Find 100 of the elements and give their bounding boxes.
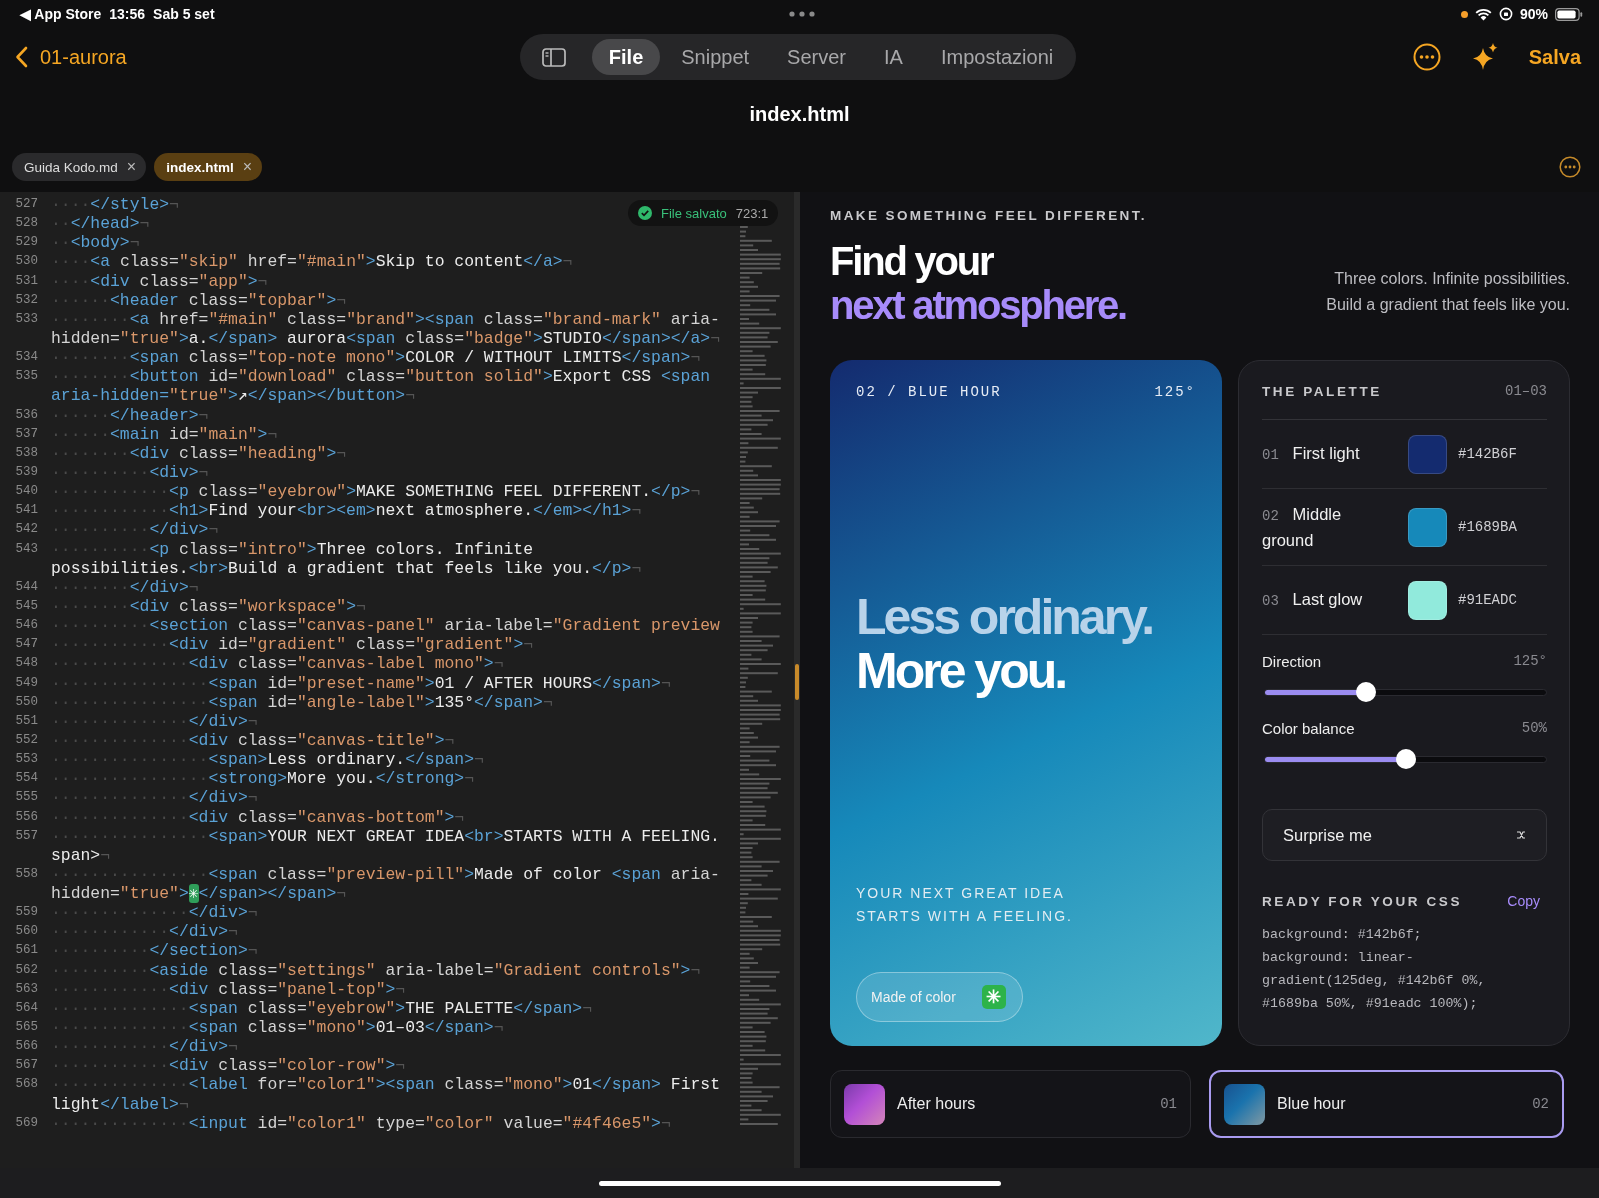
segment-tab[interactable]: Impostazioni [923,39,1071,75]
file-tab[interactable]: index.html × [154,153,262,181]
slider-label: Color balance [1262,720,1355,737]
tagline-text: STARTS WITH A FEELING. [856,907,1074,926]
line-number: 528 [14,215,39,233]
preset-card[interactable]: After hours 01 [830,1070,1191,1138]
line-number: 530 [14,253,39,271]
palette-range: 01–03 [1505,383,1547,399]
line-number: 538 [14,444,39,462]
hex-value: #1689BA [1458,519,1517,535]
line-number: 543 [14,540,39,558]
more-icon[interactable] [1412,43,1441,71]
code-line: ············<p class="eyebrow">MAKE SOMETHING FEEL DIFFERENT.</p>¬ [51,482,701,502]
line-number: 549 [14,674,39,692]
eyebrow-text: MAKE SOMETHING FEEL DIFFERENT. [830,208,1147,223]
tagline-text: YOUR NEXT GREAT IDEA [856,884,1066,903]
preset-card[interactable]: Blue hour 02 [1209,1070,1564,1138]
code-line: ··········</div>¬ [51,520,219,540]
line-number: 568 [14,1076,39,1094]
color-swatch[interactable] [1408,580,1447,620]
color-swatch[interactable] [1408,507,1447,547]
code-line: ····<a class="skip" href="#main">Skip to content</a>¬ [51,252,573,272]
code-line: ··········<div>¬ [51,462,209,483]
code-line: hidden="true">✳</span></span>¬ [51,884,347,904]
line-number: 546 [14,617,39,635]
segment-tab[interactable]: File [591,39,661,75]
file-tab[interactable]: Guida Kodo.md × [12,153,147,181]
code-line: ··············<div class="canvas-bottom">¬ [51,807,465,827]
line-number: 555 [14,789,39,807]
line-number: 552 [14,731,39,749]
multitasking-dots-icon[interactable] [788,11,815,17]
code-line: ················<span id="preset-name">01 / AFTER HOURS</span>¬ [51,673,671,693]
code-line: ··<body>¬ [51,233,140,253]
file-tab-label[interactable]: Guida Kodo.md [24,159,118,175]
line-number: 558 [14,865,39,883]
code-line: ··············<input id="color1" type="color" value="#4f46e5">¬ [51,1113,671,1133]
code-line: ··········</section>¬ [51,941,258,961]
close-tab-button[interactable]: × [126,158,137,176]
wifi-icon [1474,7,1492,21]
close-tab-button[interactable]: × [242,158,252,176]
code-line: ········<div class="heading">¬ [51,443,347,463]
canvas-title-strong: More you. [856,644,1066,698]
code-line: ········<span class="top-note mono">COLOR / WITHOUT LIMITS</span>¬ [51,348,701,368]
color-label: 01 First light [1262,443,1361,465]
segment-tab[interactable]: Server [770,39,863,75]
segment-tab[interactable]: Snippet [664,39,767,75]
file-title: index.html [749,102,850,126]
line-number: 567 [14,1057,39,1075]
line-number: 529 [14,234,39,252]
code-line: hidden="true">a.</span> aurora<span class="badge">STUDIO</span></a>¬ [51,329,720,349]
code-line: ············<div class="color-row">¬ [51,1056,406,1076]
line-number: 548 [14,655,39,673]
code-line: ··········<section class="canvas-panel" aria-label="Gradient preview [51,616,720,636]
css-code-line: gradient(125deg, #142b6f 0%, [1262,972,1487,990]
code-line: ········<a href="#main" class="brand"><span class="brand-mark" aria- [51,309,720,329]
code-line: ··</head>¬ [51,214,150,234]
slider-value: 50% [1521,720,1547,737]
save-button[interactable]: Salva [1528,45,1581,69]
preset-index: 01 [1160,1096,1177,1112]
line-number: 554 [14,770,39,788]
line-number: 536 [14,406,39,424]
copy-link[interactable]: Copy [1507,893,1540,909]
slider-track[interactable] [1264,756,1547,763]
code-line: span>¬ [51,845,111,865]
back-button[interactable]: 01-aurora [15,45,127,69]
line-number: 563 [14,980,39,998]
segment-tab[interactable]: IA [867,39,920,75]
back-to-app-link[interactable]: ◀ App Store [20,6,102,22]
slider-track[interactable] [1264,689,1547,696]
canvas-title: Less ordinary. [856,590,1154,644]
sparkle-emoji-icon: ✳ [981,985,1006,1009]
code-line: ··············<label for="color1"><span class="mono">01</span> First [51,1075,720,1095]
css-code-line: #1689ba 50%, #91eadc 100%); [1262,995,1479,1013]
hex-value: #142B6F [1458,446,1517,462]
file-tab-label[interactable]: index.html [166,159,234,175]
split-handle[interactable] [795,664,799,700]
line-number: 550 [14,693,39,711]
code-line: ············<div id="gradient" class="gradient">¬ [51,635,534,655]
preset-index: 02 [1532,1096,1549,1112]
code-line: ··········<p class="intro">Three colors. Infinite [51,539,534,559]
sidebar-icon [541,47,566,67]
check-circle-icon [638,206,652,220]
line-number: 557 [14,827,39,845]
pill-label: Made of color [871,989,956,1005]
slider-thumb[interactable] [1395,749,1416,769]
line-number: 535 [14,368,39,386]
surprise-button[interactable]: Surprise me [1262,809,1547,861]
code-line: possibilities.<br>Build a gradient that feels like you.</p>¬ [51,558,642,578]
color-swatch[interactable] [1408,434,1447,474]
line-number: 542 [14,521,39,539]
slider-value: 125° [1513,653,1547,670]
code-line: ··············<span class="mono">01–03</span>¬ [51,1018,504,1038]
intro-text: Build a gradient that feels like you. [1326,295,1570,315]
hex-value: #91EADC [1458,592,1517,608]
slider-thumb[interactable] [1355,682,1376,702]
code-line: ················<span class="preview-pill">Made of color <span aria- [51,864,720,885]
line-number: 539 [14,463,39,481]
code-line: ················<span id="angle-label">135°</span>¬ [51,692,553,712]
more-icon[interactable] [1559,156,1581,178]
date-text: Sab 5 set [153,6,215,22]
